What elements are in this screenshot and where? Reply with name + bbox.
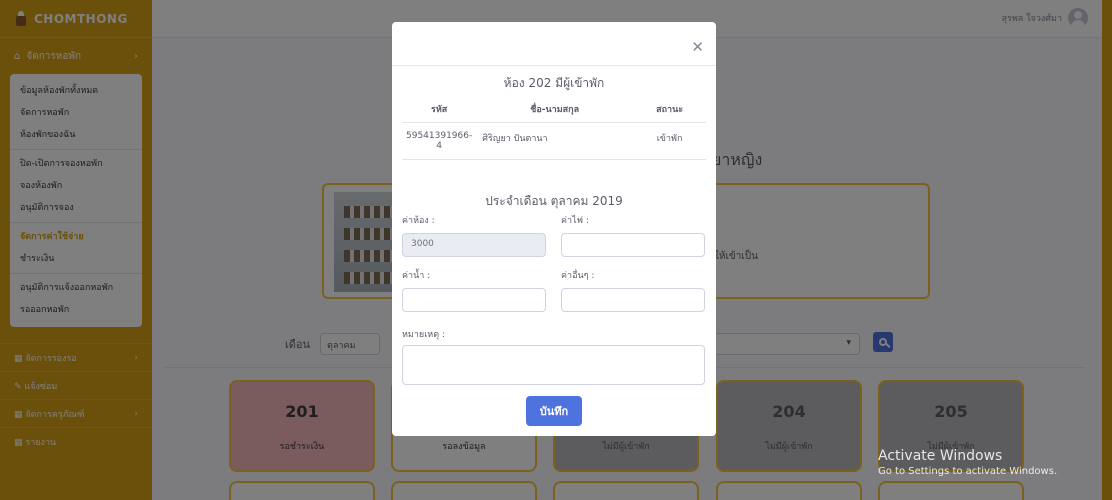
water-fee-field[interactable] <box>402 288 546 312</box>
billing-period: ประจำเดือน ตุลาคม 2019 <box>485 194 623 208</box>
watermark-subtitle: Go to Settings to activate Windows. <box>878 466 1058 477</box>
other-fee-field[interactable] <box>561 288 705 312</box>
table-row: 59541391966-4 ศิริญยา ปันตานา เข้าพัก <box>402 122 706 160</box>
column-header-id: รหัส <box>402 96 477 123</box>
column-header-status: สถานะ <box>633 96 706 123</box>
water-fee-label: ค่าน้ำ : <box>402 271 431 281</box>
room-fee-label: ค่าห้อง : <box>402 216 435 226</box>
save-button[interactable]: บันทึก <box>526 396 582 426</box>
occupant-status: เข้าพัก <box>633 122 706 160</box>
room-fee-field[interactable]: 3000 <box>402 233 546 257</box>
column-header-name: ชื่อ-นามสกุล <box>476 96 634 123</box>
occupant-name: ศิริญยา ปันตานา <box>476 122 634 160</box>
note-label: หมายเหตุ : <box>402 330 445 340</box>
occupant-id: 59541391966-4 <box>402 122 477 160</box>
close-icon[interactable]: ✕ <box>691 38 704 56</box>
modal-title: ห้อง 202 มีผู้เข้าพัก <box>503 76 605 90</box>
other-fee-label: ค่าอื่นๆ : <box>561 271 595 281</box>
watermark-title: Activate Windows <box>878 448 1003 464</box>
modal-header <box>392 22 716 66</box>
electric-fee-field[interactable] <box>561 233 705 257</box>
windows-activation-watermark: Activate Windows Go to Settings to activ… <box>878 448 1057 477</box>
electric-fee-label: ค่าไฟ : <box>561 216 589 226</box>
note-textarea[interactable] <box>402 345 705 385</box>
room-modal: ✕ ห้อง 202 มีผู้เข้าพัก รหัส ชื่อ-นามสกุ… <box>392 22 716 436</box>
occupant-table: รหัส ชื่อ-นามสกุล สถานะ 59541391966-4 ศิ… <box>402 96 706 160</box>
